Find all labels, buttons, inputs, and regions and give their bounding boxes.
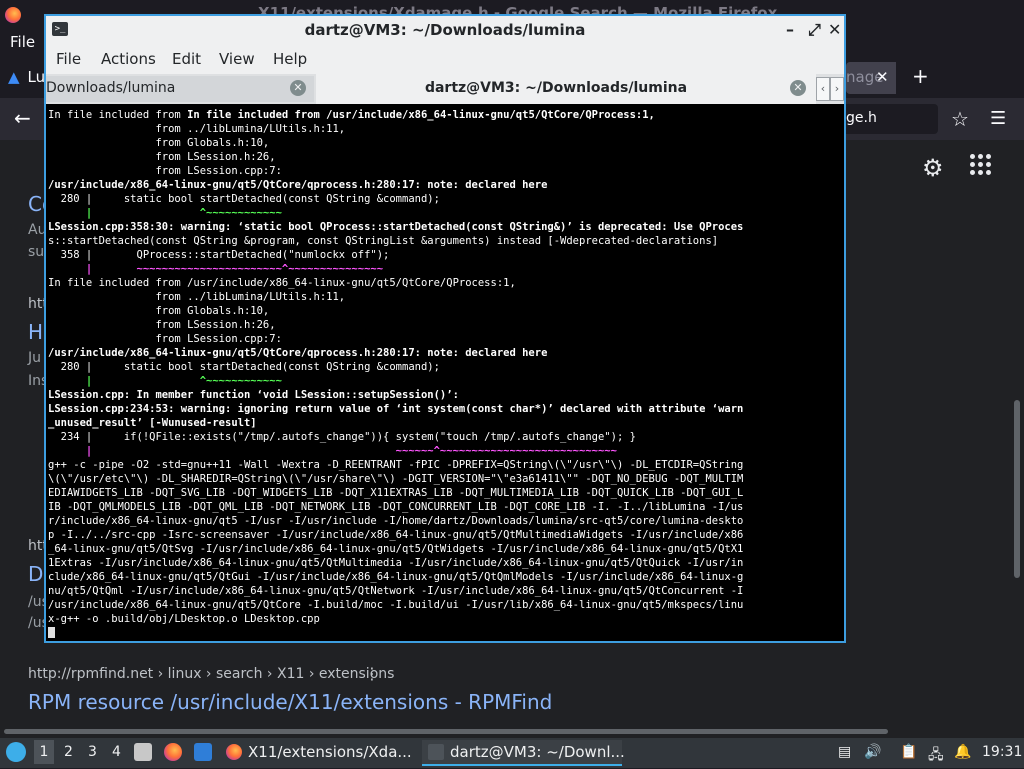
terminal-line: _64-linux-gnu/qt5/QtSvg -I/usr/include/x… [48,543,744,555]
terminal-line: from ../libLumina/LUtils.h:11, [48,291,346,303]
firefox-icon [5,7,21,23]
terminal-output[interactable]: In file included from In file included f… [48,108,834,638]
tab-scroll-right-icon[interactable]: › [830,77,844,101]
terminal-line: LSession.cpp: In member function ‘void L… [48,389,459,401]
terminal-line: LSession.cpp:358:30: warning: ‘static bo… [48,221,744,233]
arch-icon: ▲ [8,68,20,86]
menu-file[interactable]: File [56,50,81,68]
firefox-tab-left[interactable]: ▲ Lu [8,68,45,86]
terminal-tab-1[interactable]: Downloads/lumina [46,76,314,102]
terminal-line: _unused_result’ [-Wunused-result] [48,417,257,429]
back-arrow-icon[interactable]: ← [14,106,31,130]
firefox-launcher-icon[interactable] [164,743,182,761]
start-menu-icon[interactable] [6,742,26,762]
firefox-menu-file[interactable]: File [10,33,35,51]
terminal-titlebar[interactable]: >_ dartz@VM3: ~/Downloads/lumina – ⤢ ✕ [46,16,844,44]
file-manager-icon[interactable] [134,743,152,761]
terminal-line: nu/qt5/QtQml -I/usr/include/x86_64-linux… [48,585,744,597]
task-firefox[interactable]: X11/extensions/Xda... [226,740,416,769]
close-icon[interactable]: ✕ [828,20,841,39]
terminal-line: p -I../../src-cpp -Isrc-screensaver -I/u… [48,529,744,541]
result-2-snippet: Ju [28,350,42,366]
terminal-line: from LSession.h:26, [48,319,276,331]
terminal-line: In file included from /usr/include/x86_6… [48,277,516,289]
hamburger-menu-icon[interactable]: ☰ [990,108,1006,129]
terminal-line: 358 | QProcess::startDetached("numlockx … [48,249,390,261]
menu-view[interactable]: View [219,50,255,68]
task-terminal[interactable]: dartz@VM3: ~/Downl... [422,740,625,766]
notifications-icon[interactable]: 🔔 [954,744,971,760]
terminal-line: from ../libLumina/LUtils.h:11, [48,123,346,135]
horizontal-scroll-thumb[interactable] [4,729,888,734]
terminal-line: from LSession.cpp:7: [48,333,282,345]
menu-help[interactable]: Help [273,50,307,68]
terminal-line: 1Extras -I/usr/include/x86_64-linux-gnu/… [48,557,744,569]
close-tab-icon[interactable]: ✕ [876,68,889,86]
terminal-window[interactable]: >_ dartz@VM3: ~/Downloads/lumina – ⤢ ✕ F… [44,14,846,643]
more-options-icon[interactable]: ⋮ [364,664,380,683]
terminal-line: /usr/include/x86_64-linux-gnu/qt5/QtCore… [48,599,744,611]
terminal-line: r/include/x86_64-linux-gnu/qt5 -I/usr -I… [48,515,744,527]
horizontal-scrollbar[interactable] [0,724,1024,738]
terminal-tab-2[interactable]: dartz@VM3: ~/Downloads/lumina [316,74,816,104]
maximize-icon[interactable]: ⤢ [808,20,821,40]
settings-gear-icon[interactable]: ⚙ [922,154,944,182]
network-icon[interactable]: 🖧 [928,744,944,768]
firefox-icon [226,744,242,760]
terminal-line: 280 | static bool startDetached(const QS… [48,361,440,373]
tab-scroll-left-icon[interactable]: ‹ [816,77,830,101]
terminal-line: from Globals.h:10, [48,137,270,149]
url-bar[interactable]: ge.h [846,104,938,134]
terminal-window-title: dartz@VM3: ~/Downloads/lumina [304,21,586,39]
terminal-line: s::startDetached(const QString &program,… [48,235,719,247]
terminal-line: from LSession.h:26, [48,151,276,163]
terminal-line: from LSession.cpp:7: [48,165,282,177]
clock: 19:31 [982,744,1023,760]
volume-icon[interactable]: 🔊 [864,744,881,760]
terminal-line: | ^~~~~~~~~~~~~ [48,207,282,219]
minimize-icon[interactable]: – [786,20,794,39]
terminal-line: In file included from In file included f… [48,109,655,121]
terminal-line: g++ -c -pipe -O2 -std=gnu++11 -Wall -Wex… [48,459,744,471]
desktop-2[interactable]: 2 [64,744,73,760]
result-rpm-title[interactable]: RPM resource /usr/include/X11/extensions… [28,690,552,714]
result-3-title[interactable]: D [28,562,43,586]
terminal-tabbar: Downloads/lumina ✕ dartz@VM3: ~/Download… [46,74,844,104]
terminal-line: 234 | if(!QFile::exists("/tmp/.autofs_ch… [48,431,636,443]
terminal-line: IB -DQT_QMLMODELS_LIB -DQT_QML_LIB -DQT_… [48,501,744,513]
menu-edit[interactable]: Edit [172,50,201,68]
terminal-line: from Globals.h:10, [48,305,270,317]
terminal-line: | ~~~~~~^~~~~~~~~~~~~~~~~~~~~~~~~~~~~ [48,445,617,457]
terminal-line: LSession.cpp:234:53: warning: ignoring r… [48,403,744,415]
terminal-line: | ^~~~~~~~~~~~~ [48,375,282,387]
terminal-line: clude/x86_64-linux-gnu/qt5/QtGui -I/usr/… [48,571,744,583]
terminal-line: /usr/include/x86_64-linux-gnu/qt5/QtCore… [48,179,548,191]
desktop-4[interactable]: 4 [112,744,121,760]
terminal-icon [428,744,444,760]
clipboard-icon[interactable]: 📋 [900,744,917,760]
page-scrollbar[interactable] [1014,400,1020,578]
mute-icon[interactable]: ▤ [838,744,851,760]
terminal-menubar: File Actions Edit View Help [46,44,844,74]
terminal-line: /usr/include/x86_64-linux-gnu/qt5/QtCore… [48,347,548,359]
google-apps-icon[interactable] [970,154,992,176]
close-tab-icon[interactable]: ✕ [290,80,306,96]
close-tab-icon[interactable]: ✕ [790,80,806,96]
terminal-line: | ~~~~~~~~~~~~~~~~~~~~~~~^~~~~~~~~~~~~~~… [48,263,384,275]
desktop-1[interactable]: 1 [34,740,54,764]
menu-actions[interactable]: Actions [101,50,156,68]
show-desktop-icon[interactable] [194,743,212,761]
result-1-snippet: su [28,244,45,260]
desktop-3[interactable]: 3 [88,744,97,760]
firefox-tab-right[interactable]: nage ✕ [846,62,896,94]
terminal-line: \(\"/usr/etc\"\) -DL_SHAREDIR=QString\(\… [48,473,744,485]
terminal-cursor [48,627,55,638]
terminal-scrollbar[interactable] [835,108,842,638]
terminal-line: 280 | static bool startDetached(const QS… [48,193,440,205]
new-tab-button[interactable]: + [912,64,929,88]
bookmark-star-icon[interactable]: ☆ [951,107,969,131]
result-rpm-url: http://rpmfind.net › linux › search › X1… [28,666,395,682]
terminal-line: x-g++ -o .build/obj/LDesktop.o LDesktop.… [48,613,320,625]
terminal-line: EDIAWIDGETS_LIB -DQT_SVG_LIB -DQT_WIDGET… [48,487,744,499]
